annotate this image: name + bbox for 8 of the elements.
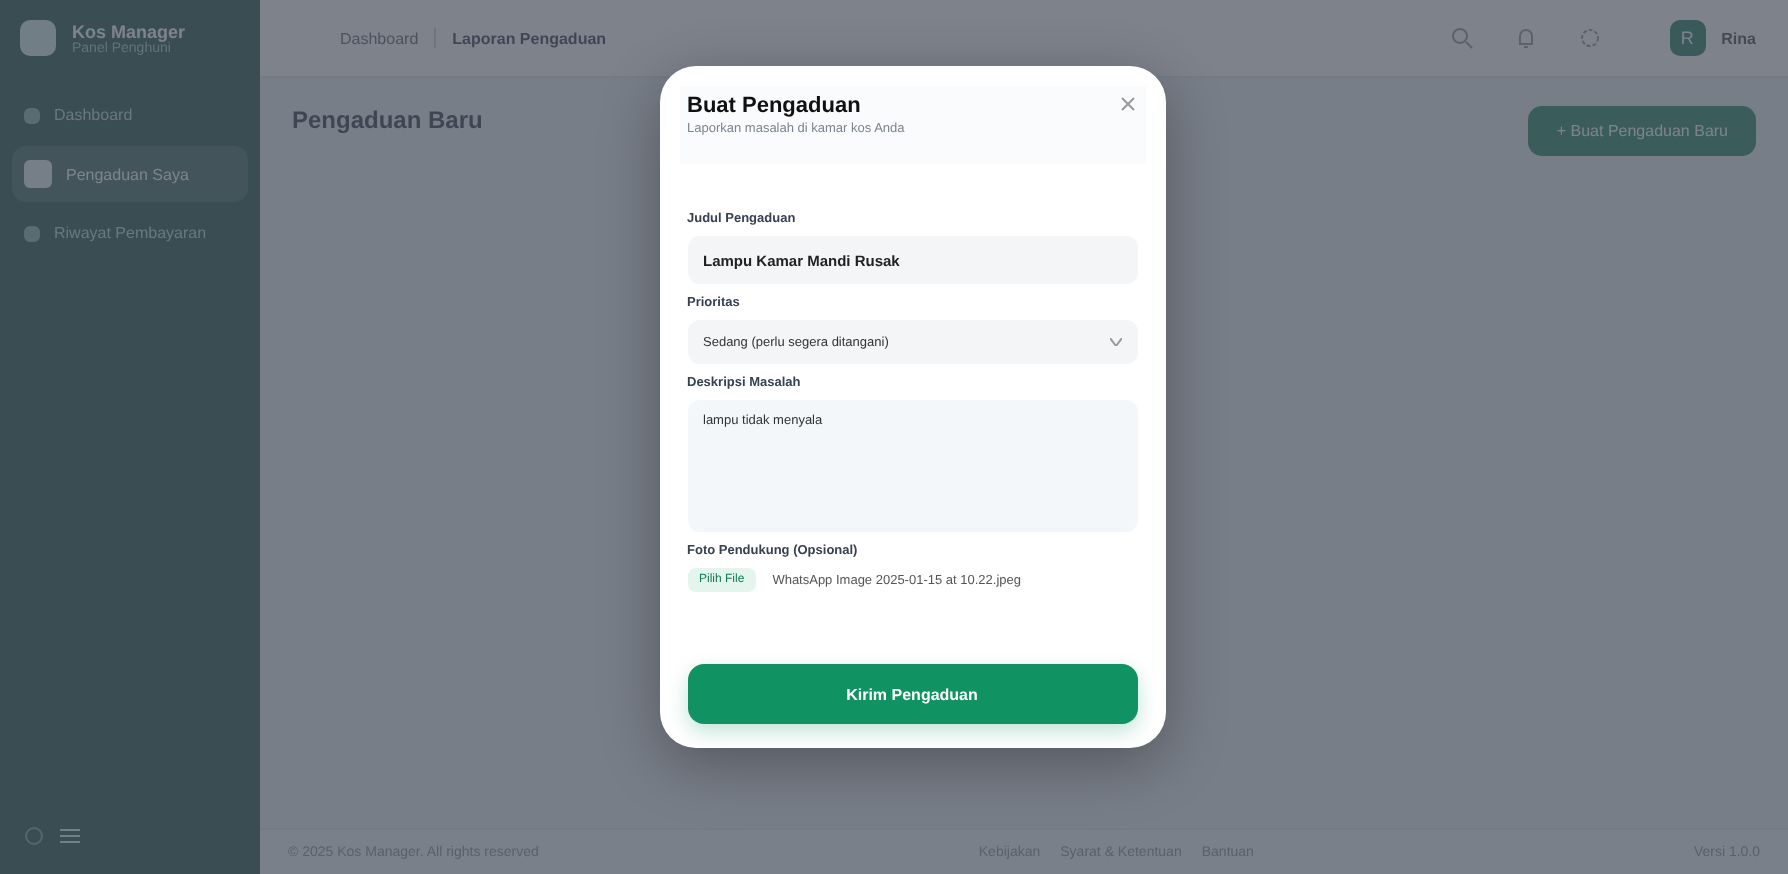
brand-name: Kos Manager	[72, 21, 186, 41]
close-button[interactable]	[1117, 94, 1137, 114]
breadcrumb-item: Laporan Pengaduan	[452, 29, 607, 47]
page-title: Pengaduan Baru	[292, 106, 483, 134]
user-name: Rina	[1721, 29, 1756, 47]
submit-button[interactable]: Kirim Pengaduan	[687, 664, 1137, 724]
chevron-down-icon	[1109, 338, 1121, 346]
dialog-title: Buat Pengaduan	[687, 94, 863, 118]
